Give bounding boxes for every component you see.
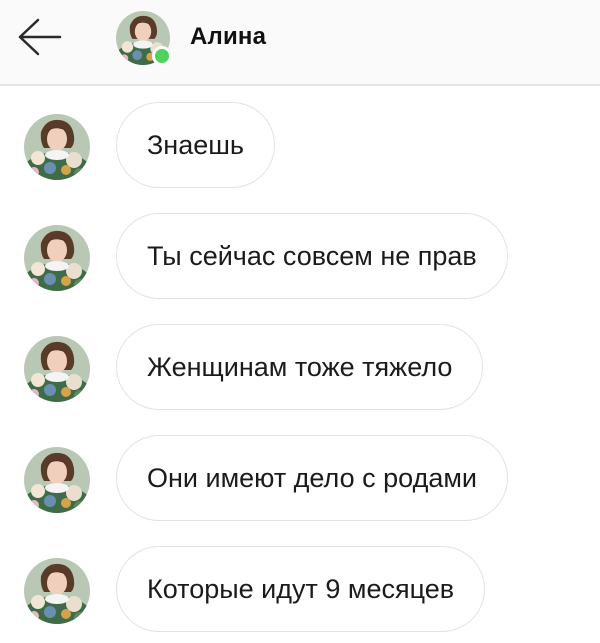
contact-name[interactable]: Алина <box>190 23 266 51</box>
sender-avatar[interactable] <box>24 447 90 513</box>
message-row: Женщинам тоже тяжело <box>0 324 600 412</box>
back-button[interactable] <box>12 14 66 60</box>
message-bubble[interactable]: Женщинам тоже тяжело <box>116 324 484 410</box>
message-text: Знаешь <box>147 129 244 160</box>
contact-avatar[interactable] <box>116 11 172 66</box>
message-bubble[interactable]: Которые идут 9 месяцев <box>116 546 486 632</box>
avatar-image <box>24 225 90 291</box>
message-text: Женщинам тоже тяжело <box>147 351 453 382</box>
arrow-left-icon <box>18 18 62 56</box>
message-bubble[interactable]: Они имеют дело с родами <box>116 435 508 521</box>
avatar-image <box>24 114 90 180</box>
sender-avatar[interactable] <box>24 114 90 180</box>
avatar-image <box>24 336 90 402</box>
sender-avatar[interactable] <box>24 336 90 402</box>
message-row: Ты сейчас совсем не прав <box>0 213 600 301</box>
message-text: Они имеют дело с родами <box>147 462 477 493</box>
sender-avatar[interactable] <box>24 558 90 624</box>
chat-header: Алина <box>0 0 600 86</box>
avatar-image <box>24 447 90 513</box>
message-row: Они имеют дело с родами <box>0 435 600 523</box>
avatar-image <box>24 558 90 624</box>
message-row: Которые идут 9 месяцев <box>0 546 600 634</box>
message-text: Которые идут 9 месяцев <box>147 573 455 604</box>
message-bubble[interactable]: Знаешь <box>116 102 275 188</box>
message-text: Ты сейчас совсем не прав <box>147 240 477 271</box>
sender-avatar[interactable] <box>24 225 90 291</box>
message-bubble[interactable]: Ты сейчас совсем не прав <box>116 213 508 299</box>
message-row: Знаешь <box>0 102 600 190</box>
online-status-indicator <box>152 46 172 66</box>
